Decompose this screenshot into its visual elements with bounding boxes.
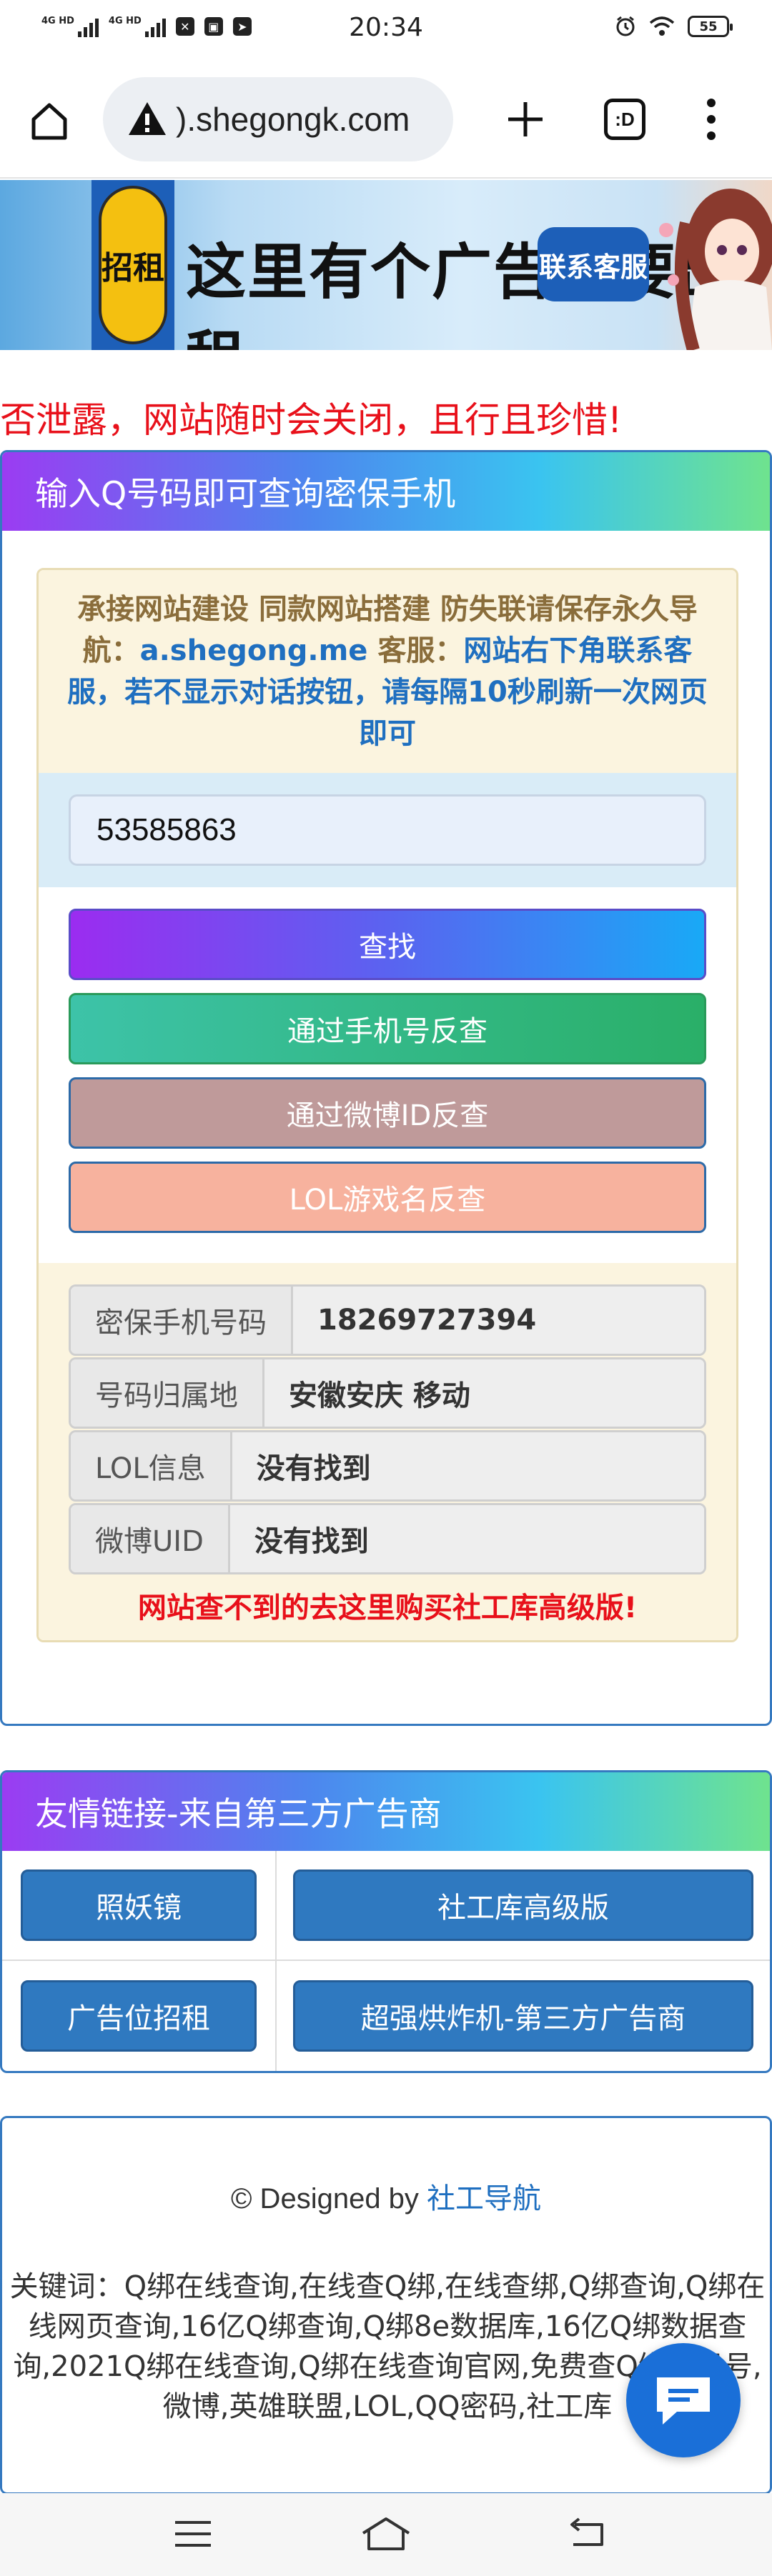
- link-button-ad-rent[interactable]: 广告位招租: [21, 1980, 257, 2052]
- back-button[interactable]: [559, 2509, 616, 2559]
- result-row: LOL信息 没有找到: [69, 1430, 706, 1502]
- home-icon: [362, 2517, 410, 2550]
- notice-link[interactable]: a.shegong.me: [140, 634, 368, 667]
- result-label: 密保手机号码: [71, 1287, 293, 1354]
- notice-box: 承接网站建设 同款网站搭建 防失联请保存永久导航：a.shegong.me 客服…: [39, 570, 736, 773]
- back-icon: [570, 2517, 603, 2546]
- links-panel-title: 友情链接-来自第三方广告商: [2, 1772, 770, 1851]
- banner-contact-button[interactable]: 联系客服: [538, 227, 649, 301]
- anime-girl-illustration: [659, 189, 772, 350]
- home-button[interactable]: [24, 96, 74, 146]
- tab-switcher-button[interactable]: :D: [604, 99, 645, 140]
- dot: [707, 115, 716, 124]
- system-nav-bar: [0, 2493, 772, 2576]
- chat-button[interactable]: [626, 2343, 741, 2457]
- weibo-reverse-button[interactable]: 通过微博ID反查: [69, 1077, 706, 1149]
- result-value: 没有找到: [232, 1432, 704, 1499]
- result-value: 18269727394: [293, 1287, 704, 1354]
- result-row: 号码归属地 安徽安庆 移动: [69, 1357, 706, 1429]
- phone-reverse-button[interactable]: 通过手机号反查: [69, 993, 706, 1064]
- new-tab-button[interactable]: [500, 94, 550, 144]
- query-panel: 输入Q号码即可查询密保手机 承接网站建设 同款网站搭建 防失联请保存永久导航：a…: [0, 450, 772, 1726]
- banner-badge: 招租: [99, 186, 167, 344]
- lol-reverse-button[interactable]: LOL游戏名反查: [69, 1162, 706, 1233]
- links-row: 广告位招租 超强烘炸机-第三方广告商: [2, 1961, 770, 2071]
- more-menu-button[interactable]: [697, 94, 726, 144]
- link-button-zhaoyaojing[interactable]: 照妖镜: [21, 1869, 257, 1941]
- button-zone: 查找 通过手机号反查 通过微博ID反查 LOL游戏名反查: [39, 887, 736, 1263]
- home-icon: [31, 103, 67, 140]
- result-label: 微博UID: [71, 1505, 230, 1572]
- result-value: 安徽安庆 移动: [264, 1359, 704, 1427]
- result-value: 没有找到: [229, 1505, 704, 1572]
- browser-toolbar: ).shegongk.com :D: [0, 60, 772, 179]
- links-panel: 友情链接-来自第三方广告商 照妖镜 社工库高级版 广告位招租 超强烘炸机-第三方…: [0, 1770, 772, 2073]
- link-button-premium[interactable]: 社工库高级版: [293, 1869, 753, 1941]
- designed-prefix: © Designed by: [230, 2183, 427, 2215]
- result-row: 微博UID 没有找到: [69, 1503, 706, 1574]
- wifi-icon: [649, 16, 675, 36]
- recents-button[interactable]: [164, 2509, 222, 2559]
- chat-icon: [657, 2377, 710, 2425]
- status-bar: 4G HD 4G HD ✕ ▣ ➤ 20:34 55: [0, 0, 772, 60]
- buy-premium-link[interactable]: 网站查不到的去这里购买社工库高级版!: [69, 1584, 706, 1626]
- address-bar[interactable]: ).shegongk.com: [103, 77, 453, 161]
- notice-text-2: 客服：: [367, 634, 464, 667]
- ad-banner[interactable]: 招租 这里有个广告位要出租 联系客服: [0, 180, 772, 350]
- battery-icon: 55: [688, 16, 733, 37]
- dot: [707, 99, 716, 107]
- query-form: 承接网站建设 同款网站搭建 防失联请保存永久导航：a.shegong.me 客服…: [36, 568, 738, 1642]
- links-grid: 照妖镜 社工库高级版 广告位招租 超强烘炸机-第三方广告商: [2, 1851, 770, 2071]
- designed-by: © Designed by 社工导航: [2, 2175, 770, 2217]
- warning-text: 否泄露，网站随时会关闭，且行且珍惜!: [0, 399, 623, 441]
- dot: [707, 131, 716, 140]
- url-text[interactable]: ).shegongk.com: [176, 100, 410, 139]
- plus-icon: [508, 102, 543, 136]
- menu-icon: [175, 2521, 211, 2547]
- input-zone: [39, 773, 736, 887]
- result-row: 密保手机号码 18269727394: [69, 1284, 706, 1356]
- warning-icon[interactable]: [126, 98, 169, 141]
- result-zone: 密保手机号码 18269727394 号码归属地 安徽安庆 移动 LOL信息 没…: [39, 1263, 736, 1640]
- result-label: 号码归属地: [71, 1359, 264, 1427]
- links-row: 照妖镜 社工库高级版: [2, 1851, 770, 1961]
- query-panel-title: 输入Q号码即可查询密保手机: [2, 452, 770, 531]
- home-nav-button[interactable]: [357, 2509, 415, 2559]
- qq-number-input[interactable]: [69, 794, 706, 866]
- designed-by-link[interactable]: 社工导航: [427, 2183, 541, 2215]
- status-right: 55: [615, 16, 733, 37]
- alarm-icon: [616, 16, 635, 36]
- link-button-third-party[interactable]: 超强烘炸机-第三方广告商: [293, 1980, 753, 2052]
- search-button[interactable]: 查找: [69, 909, 706, 980]
- result-label: LOL信息: [71, 1432, 232, 1499]
